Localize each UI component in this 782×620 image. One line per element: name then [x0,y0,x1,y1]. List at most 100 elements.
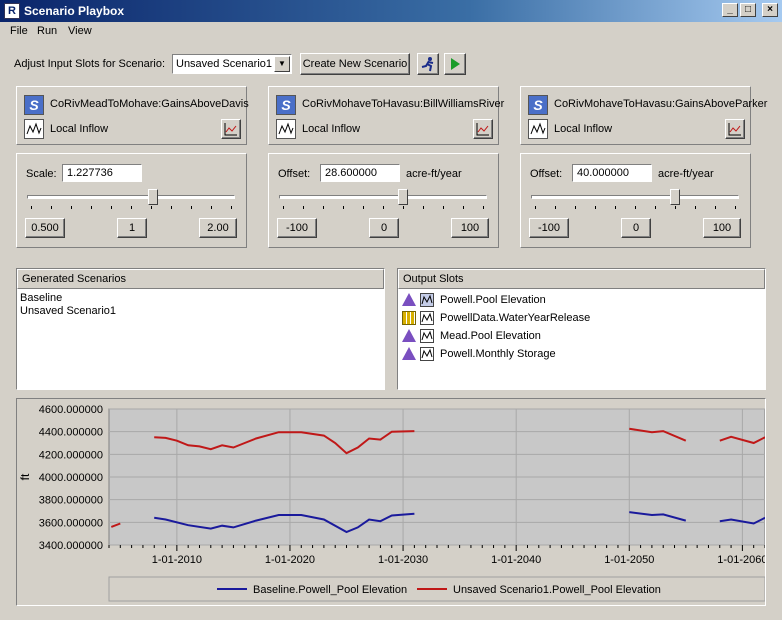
window-title: Scenario Playbox [24,4,125,18]
timeseries-icon[interactable] [276,119,296,139]
slider-tick [131,206,132,209]
slider-tick [635,206,636,209]
y-tick-label: 4600.000000 [39,404,103,416]
y-tick-label: 4000.000000 [39,472,103,484]
slider-tick [283,206,284,209]
unit-label: acre-ft/year [406,168,462,180]
scenario-select-value: Unsaved Scenario1 [176,58,273,70]
scenario-select[interactable]: Unsaved Scenario1 ▼ [172,54,292,74]
slot-s-icon[interactable]: S [276,95,296,115]
slider-track[interactable] [279,195,487,199]
slot-name: CoRivMohaveToHavasu:GainsAboveParker [554,98,768,110]
min-button[interactable]: -100 [529,218,569,238]
minimize-icon[interactable]: _ [722,3,738,17]
value-input[interactable]: 1.227736 [62,164,142,182]
maximize-icon[interactable]: □ [740,3,756,17]
timeseries-icon[interactable] [24,119,44,139]
timeseries-icon [420,311,434,325]
value-input[interactable]: 40.000000 [572,164,652,182]
center-button[interactable]: 0 [621,218,651,238]
legend-label: Unsaved Scenario1.Powell_Pool Elevation [453,584,661,596]
menu-view[interactable]: View [68,25,92,37]
output-slot-item[interactable]: Mead.Pool Elevation [440,330,541,342]
slider-tick [403,206,404,209]
runner-icon[interactable] [417,53,439,75]
slider-tick [51,206,52,209]
x-tick-label: 1-01-2040 [491,554,541,566]
slider-thumb[interactable] [147,189,158,205]
output-slots-list[interactable]: Output Slots Powell.Pool Elevation Powel… [397,268,766,390]
slider-tick [383,206,384,209]
list-item[interactable]: Baseline [20,292,62,304]
slider-tick [31,206,32,209]
slider-track[interactable] [27,195,235,199]
slot-sub-label: Local Inflow [302,123,361,135]
slot-sub-label: Local Inflow [554,123,613,135]
app-logo-icon: R [4,3,20,19]
max-button[interactable]: 2.00 [199,218,237,238]
slot-name: CoRivMeadToMohave:GainsAboveDavis [50,98,249,110]
control-label: Offset: [530,168,563,180]
play-icon[interactable] [444,53,466,75]
slot-s-icon[interactable]: S [528,95,548,115]
slider-tick [211,206,212,209]
slider-tick [71,206,72,209]
value-input[interactable]: 28.600000 [320,164,400,182]
min-button[interactable]: 0.500 [25,218,65,238]
slider-tick [535,206,536,209]
table-icon [402,311,416,325]
slider-tick [575,206,576,209]
min-button[interactable]: -100 [277,218,317,238]
generated-scenarios-list[interactable]: Generated Scenarios Baseline Unsaved Sce… [16,268,385,390]
slot-panel-1: S CoRivMohaveToHavasu:BillWilliamsRiver … [268,86,504,145]
control-label: Scale: [26,168,57,180]
slider-tick [343,206,344,209]
slot-control-panel-0: Scale: 1.227736 0.500 1 2.00 [16,153,247,248]
plot-icon[interactable] [725,119,745,139]
y-tick-label: 3800.000000 [39,495,103,507]
slider-thumb[interactable] [669,189,680,205]
generated-scenarios-header: Generated Scenarios [17,269,384,289]
slot-s-icon[interactable]: S [24,95,44,115]
slider-tick [323,206,324,209]
center-button[interactable]: 0 [369,218,399,238]
timeseries-icon [420,347,434,361]
control-label: Offset: [278,168,311,180]
slot-control-panel-2: Offset: 40.000000 acre-ft/year -100 0 10… [520,153,751,248]
output-slot-item[interactable]: Powell.Monthly Storage [440,348,556,360]
list-item[interactable]: Unsaved Scenario1 [20,305,383,317]
slider-thumb[interactable] [397,189,408,205]
chevron-down-icon[interactable]: ▼ [274,56,290,72]
timeseries-icon[interactable] [528,119,548,139]
menu-bar: File Run View [0,22,782,42]
title-bar: R Scenario Playbox _ □ × [0,0,782,22]
plot-icon[interactable] [473,119,493,139]
y-tick-label: 3600.000000 [39,517,103,529]
output-slot-item[interactable]: PowellData.WaterYearRelease [440,312,590,324]
triangle-icon [402,329,416,343]
y-tick-label: 4200.000000 [39,449,103,461]
slider-tick [443,206,444,209]
slider-tick [151,206,152,209]
create-new-scenario-button[interactable]: Create New Scenario [300,53,410,75]
close-icon[interactable]: × [762,3,778,17]
max-button[interactable]: 100 [703,218,741,238]
menu-file[interactable]: File [10,25,28,37]
slider-tick [675,206,676,209]
slider-tick [483,206,484,209]
output-slot-item[interactable]: Powell.Pool Elevation [440,294,546,306]
menu-run[interactable]: Run [37,25,57,37]
slider-tick [463,206,464,209]
center-button[interactable]: 1 [117,218,147,238]
slider-track[interactable] [531,195,739,199]
slot-name: CoRivMohaveToHavasu:BillWilliamsRiver [302,98,505,110]
plot-icon[interactable] [221,119,241,139]
slider-tick [363,206,364,209]
max-button[interactable]: 100 [451,218,489,238]
slider-tick [715,206,716,209]
slot-sub-label: Local Inflow [50,123,109,135]
triangle-icon [402,293,416,307]
x-tick-label: 1-01-2030 [378,554,428,566]
slot-panel-2: S CoRivMohaveToHavasu:GainsAboveParker L… [520,86,767,145]
unit-label: acre-ft/year [658,168,714,180]
